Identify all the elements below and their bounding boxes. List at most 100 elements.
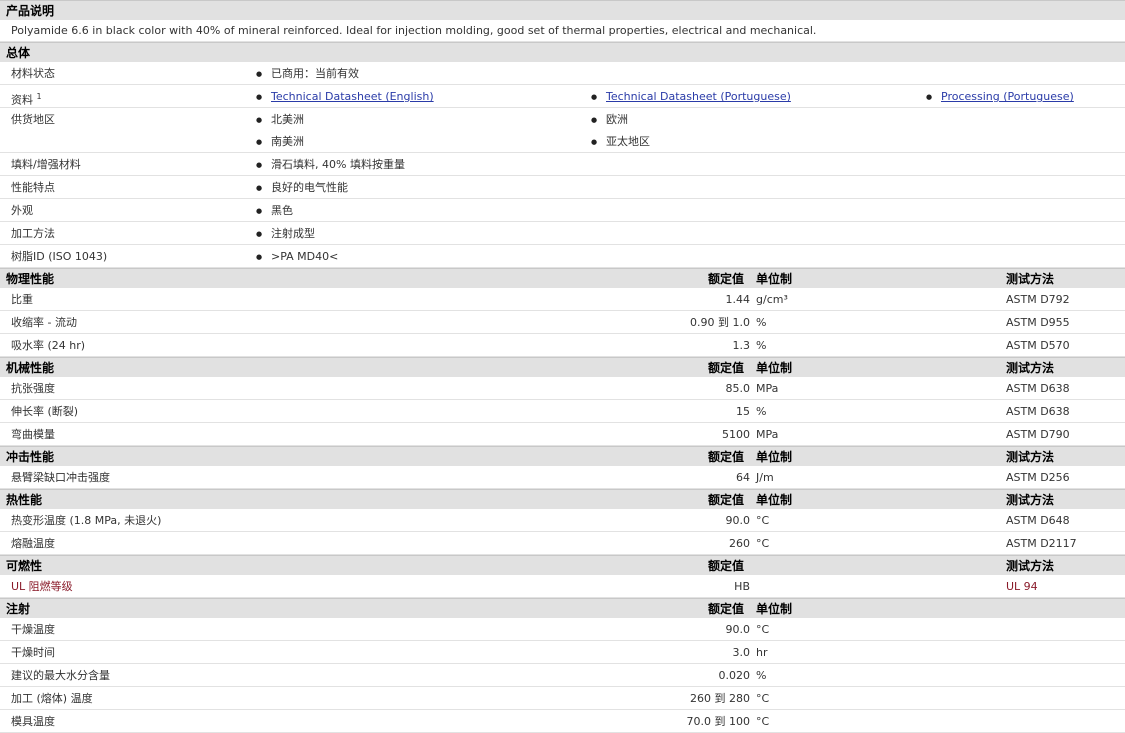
availability-item: 亚太地区	[591, 135, 650, 149]
property-method: ASTM D570	[1006, 339, 1070, 352]
appearance-label: 外观	[11, 204, 33, 217]
property-label: 抗张强度	[11, 382, 55, 395]
property-unit: °C	[756, 537, 770, 550]
property-value: 15	[736, 405, 750, 418]
property-unit: MPa	[756, 382, 779, 395]
doc-link-processing[interactable]: Processing (Portuguese)	[941, 90, 1074, 103]
nominal-header: 额定值	[708, 559, 745, 573]
availability-item: 南美洲	[256, 135, 304, 149]
property-row: 弯曲模量 5100 MPa ASTM D790	[0, 423, 1125, 446]
property-method: ASTM D638	[1006, 382, 1070, 395]
property-value: 260 到 280	[690, 692, 750, 705]
property-label: 熔融温度	[11, 537, 55, 550]
property-unit: %	[756, 405, 767, 418]
property-unit: %	[756, 669, 767, 682]
section-header: 热性能 额定值 单位制 测试方法	[0, 489, 1125, 509]
section-header: 机械性能 额定值 单位制 测试方法	[0, 357, 1125, 377]
property-method: ASTM D2117	[1006, 537, 1077, 550]
property-row: 抗张强度 85.0 MPa ASTM D638	[0, 377, 1125, 400]
unit-header: 单位制	[756, 272, 793, 286]
property-value: 1.3	[732, 339, 751, 352]
property-row: 吸水率 (24 hr) 1.3% ASTM D570	[0, 334, 1125, 357]
property-value: 1.44	[725, 293, 751, 306]
property-row: 干燥温度 90.0 °C	[0, 618, 1125, 641]
property-sections: 物理性能 额定值 单位制 测试方法 比重 1.44 g/cm³ ASTM D792 收缩率 - …	[0, 268, 1125, 733]
section-title: 可燃性	[6, 559, 43, 573]
property-method: ASTM D790	[1006, 428, 1070, 441]
nominal-header: 额定值	[708, 361, 745, 375]
property-label: 弯曲模量	[11, 428, 55, 441]
property-value: 90.0	[725, 623, 751, 636]
property-unit: °C	[756, 623, 770, 636]
property-row: 热变形温度 (1.8 MPa, 未退火) 90.0 °C ASTM D648	[0, 509, 1125, 532]
availability-row: 供货地区 北美洲 欧洲 南美洲 亚太地区	[0, 108, 1125, 153]
property-unit: %	[756, 316, 767, 329]
property-value: 70.0 到 100	[686, 715, 750, 728]
property-unit: J/m	[756, 471, 774, 484]
appearance-row: 外观 黑色	[0, 199, 1125, 222]
property-label: 吸水率 (24 hr)	[11, 339, 86, 352]
features-value: 良好的电气性能	[256, 181, 348, 195]
nominal-header: 额定值	[708, 493, 745, 507]
property-label: 热变形温度 (1.8 MPa, 未退火)	[11, 514, 162, 527]
section-title: 注射	[6, 602, 31, 616]
property-value: 0.020	[718, 669, 751, 682]
availability-label: 供货地区	[11, 113, 55, 126]
section-header: 注射 额定值 单位制	[0, 598, 1125, 618]
status-label: 材料状态	[11, 67, 55, 80]
section-header: 物理性能 额定值 单位制 测试方法	[0, 268, 1125, 288]
section-header: 冲击性能 额定值 单位制 测试方法	[0, 446, 1125, 466]
unit-header: 单位制	[756, 602, 793, 616]
property-method: ASTM D792	[1006, 293, 1070, 306]
doc-link-portuguese[interactable]: Technical Datasheet (Portuguese)	[606, 90, 791, 103]
nominal-header: 额定值	[708, 272, 745, 286]
processing-row: 加工方法 注射成型	[0, 222, 1125, 245]
unit-header: 单位制	[756, 450, 793, 464]
property-method: ASTM D955	[1006, 316, 1070, 329]
property-value: 85.0	[725, 382, 751, 395]
doc-link-english[interactable]: Technical Datasheet (English)	[271, 90, 434, 103]
resin-label: 树脂ID (ISO 1043)	[11, 250, 108, 263]
filler-value: 滑石填料, 40% 填料按重量	[256, 158, 405, 172]
property-row: 模具温度 70.0 到 100 °C	[0, 710, 1125, 733]
description-text: Polyamide 6.6 in black color with 40% of…	[11, 24, 817, 37]
property-method: UL 94	[1006, 580, 1038, 593]
property-row: 建议的最大水分含量 0.020%	[0, 664, 1125, 687]
availability-item: 北美洲	[256, 113, 304, 127]
description-header: 产品说明	[0, 0, 1125, 20]
section-title: 冲击性能	[6, 450, 55, 464]
property-unit: %	[756, 339, 767, 352]
property-unit: g/cm³	[756, 293, 788, 306]
method-header: 测试方法	[1006, 450, 1055, 464]
property-label: 模具温度	[11, 715, 55, 728]
property-method: ASTM D648	[1006, 514, 1070, 527]
features-label: 性能特点	[11, 181, 55, 194]
property-value: 90.0	[725, 514, 751, 527]
property-method: ASTM D638	[1006, 405, 1070, 418]
property-row: 加工 (熔体) 温度 260 到 280 °C	[0, 687, 1125, 710]
method-header: 测试方法	[1006, 272, 1055, 286]
section-header: 可燃性 额定值 测试方法	[0, 555, 1125, 575]
docs-row: 资料 1 Technical Datasheet (English) Techn…	[0, 85, 1125, 108]
availability-item: 欧洲	[591, 113, 628, 127]
nominal-header: 额定值	[708, 450, 745, 464]
method-header: 测试方法	[1006, 361, 1055, 375]
property-label: UL 阻燃等级	[11, 580, 73, 593]
property-unit: °C	[756, 692, 770, 705]
property-label: 收缩率 - 流动	[11, 316, 77, 329]
property-value: 3.0	[732, 646, 751, 659]
unit-header: 单位制	[756, 493, 793, 507]
section-title: 物理性能	[6, 272, 55, 286]
appearance-value: 黑色	[256, 204, 293, 218]
method-header: 测试方法	[1006, 493, 1055, 507]
property-label: 比重	[11, 293, 33, 306]
property-label: 建议的最大水分含量	[11, 669, 110, 682]
processing-label: 加工方法	[11, 227, 55, 240]
property-label: 悬臂梁缺口冲击强度	[11, 471, 110, 484]
property-label: 加工 (熔体) 温度	[11, 692, 93, 705]
property-row: 收缩率 - 流动 0.90 到 1.0% ASTM D955	[0, 311, 1125, 334]
property-method: ASTM D256	[1006, 471, 1070, 484]
section-title: 机械性能	[6, 361, 55, 375]
property-unit: °C	[756, 715, 770, 728]
property-row: 比重 1.44 g/cm³ ASTM D792	[0, 288, 1125, 311]
